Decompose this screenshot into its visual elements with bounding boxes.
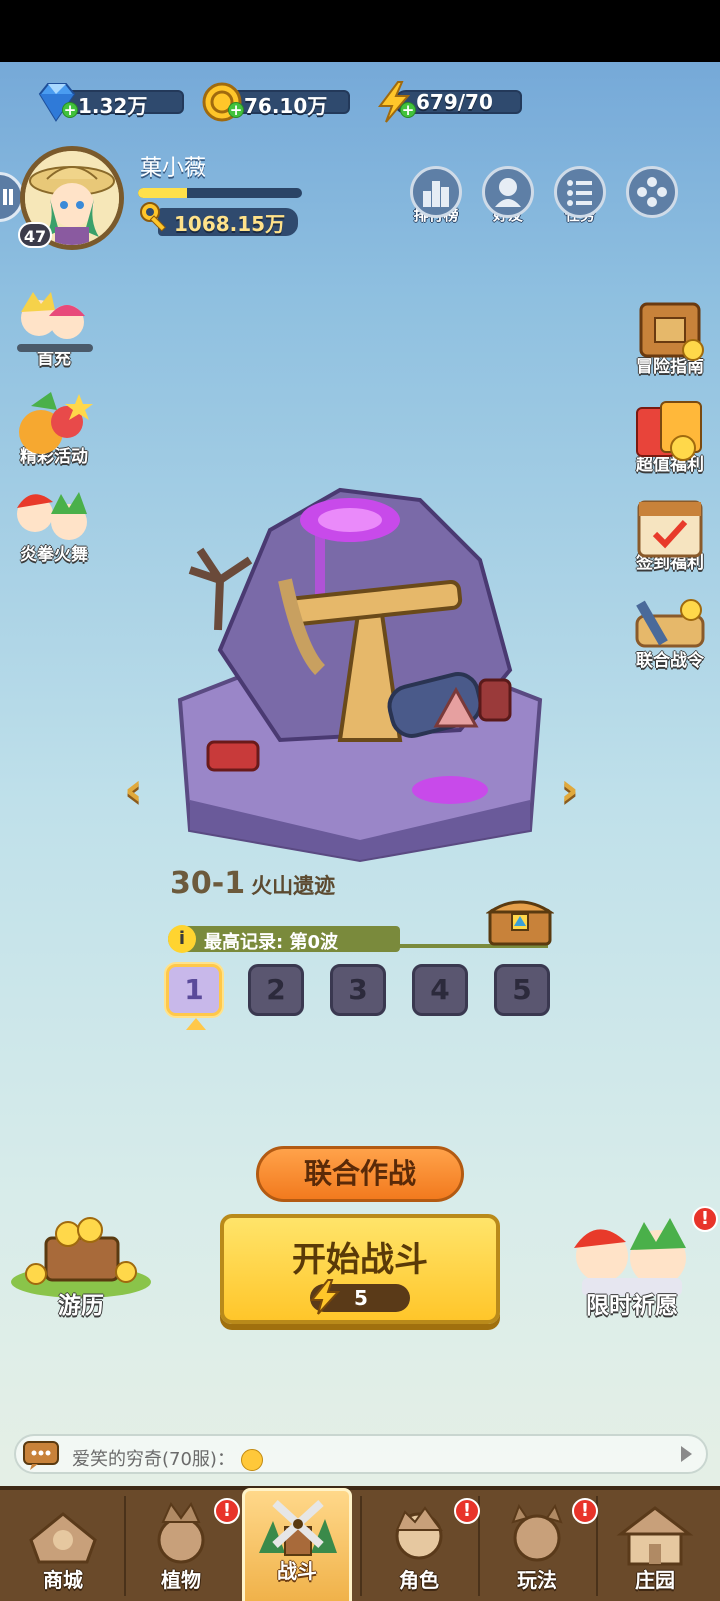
- activities-event[interactable]: 精彩活动: [6, 386, 102, 467]
- gameplay-alert-badge: !: [572, 1498, 598, 1524]
- gift-cards-icon: [636, 401, 702, 461]
- key-icon: [140, 202, 167, 232]
- check-in-event[interactable]: 签到福利: [622, 492, 718, 573]
- chat-expand-icon[interactable]: [681, 1446, 692, 1462]
- wave-button-5[interactable]: 5: [494, 964, 550, 1016]
- coop-battle-button[interactable]: 联合作战: [256, 1146, 464, 1202]
- task-icon: [567, 180, 592, 206]
- adventure-guide-event[interactable]: 冒险指南: [622, 296, 718, 377]
- lightning-icon: [309, 1279, 341, 1315]
- exp-bar: [138, 188, 302, 198]
- stage-number: 30-1: [170, 866, 246, 901]
- start-battle-label: 开始战斗: [292, 1240, 428, 1280]
- character-icon: [395, 1506, 443, 1560]
- nav-battle[interactable]: 战斗: [242, 1488, 352, 1601]
- shop-icon: [29, 1512, 97, 1564]
- ranking-icon: [423, 181, 449, 207]
- limited-wish-button[interactable]: 限时祈愿: [552, 1212, 712, 1320]
- union-pass-scroll-icon: [635, 599, 705, 648]
- ranking-button[interactable]: 排行榜: [408, 166, 464, 225]
- smile-emoji-icon: [240, 1449, 263, 1471]
- stage-title: 30-1 火山遗迹: [170, 866, 335, 901]
- add-energy-button[interactable]: +: [400, 102, 416, 118]
- player-level: 47: [18, 222, 52, 248]
- nav-shop[interactable]: 商城: [8, 1500, 118, 1600]
- task-button[interactable]: 任务: [552, 166, 608, 225]
- friends-icon: [495, 178, 521, 207]
- first-recharge-event[interactable]: 首充: [6, 288, 102, 369]
- next-stage-button[interactable]: ›: [560, 762, 579, 816]
- stage-volcano-ruins-image: [177, 487, 543, 863]
- selected-wave-caret: [186, 1018, 206, 1030]
- chat-message: 爱笑的穷奇(70服)：: [72, 1445, 263, 1471]
- gold-value: 1068.15万: [174, 212, 286, 236]
- treasure-chest-icon[interactable]: [486, 892, 554, 946]
- plant-icon: [157, 1501, 205, 1564]
- wave-button-1[interactable]: 1: [166, 964, 222, 1016]
- chat-message-text: 爱笑的穷奇(70服)：: [72, 1449, 235, 1470]
- coin-counter[interactable]: + 76.10万: [200, 82, 356, 122]
- diamond-value: 1.32万: [78, 94, 148, 118]
- prev-stage-button[interactable]: ‹: [124, 762, 143, 816]
- more-icon: [637, 177, 667, 207]
- stage-name: 火山遗迹: [251, 874, 336, 898]
- plants-alert-badge: !: [214, 1498, 240, 1524]
- union-pass-event[interactable]: 联合战令: [622, 590, 718, 671]
- manor-icon: [616, 1506, 694, 1566]
- super-value-event[interactable]: 超值福利: [622, 394, 718, 475]
- add-coin-button[interactable]: +: [228, 102, 244, 118]
- wave-button-2[interactable]: 2: [248, 964, 304, 1016]
- energy-counter[interactable]: + 679/70: [372, 81, 528, 123]
- chat-bubble-icon: [23, 1441, 59, 1470]
- nav-manor[interactable]: 庄园: [600, 1500, 710, 1600]
- wish-alert-badge: !: [692, 1206, 718, 1232]
- start-battle-button[interactable]: 开始战斗 5: [220, 1214, 500, 1324]
- info-icon[interactable]: i: [168, 925, 196, 953]
- status-bar: [0, 0, 720, 62]
- best-record-text: 最高记录: 第0波: [204, 932, 338, 953]
- chat-bar[interactable]: 爱笑的穷奇(70服)：: [14, 1434, 708, 1474]
- calendar-icon: [637, 500, 703, 558]
- coin-value: 76.10万: [244, 94, 328, 118]
- fire-fist-event[interactable]: 炎拳火舞: [6, 484, 102, 565]
- energy-value: 679/70: [416, 90, 493, 114]
- diamond-counter[interactable]: + 1.32万: [34, 83, 190, 122]
- characters-alert-badge: !: [454, 1498, 480, 1524]
- guide-book-icon: [639, 302, 704, 361]
- windmill-icon: [259, 1500, 337, 1556]
- wave-button-4[interactable]: 4: [412, 964, 468, 1016]
- fruit-gift-icon: [19, 392, 93, 454]
- travel-button[interactable]: 游历: [6, 1212, 156, 1320]
- fire-fist-heroes-icon: [17, 492, 87, 540]
- friends-button[interactable]: 好友: [480, 166, 536, 225]
- player-name: 菓小薇: [140, 156, 207, 181]
- gameplay-monster-icon: [511, 1503, 563, 1562]
- more-button[interactable]: [624, 166, 680, 218]
- wave-button-3[interactable]: 3: [330, 964, 386, 1016]
- first-recharge-heroes-icon: [17, 292, 93, 352]
- add-diamond-button[interactable]: +: [62, 102, 78, 118]
